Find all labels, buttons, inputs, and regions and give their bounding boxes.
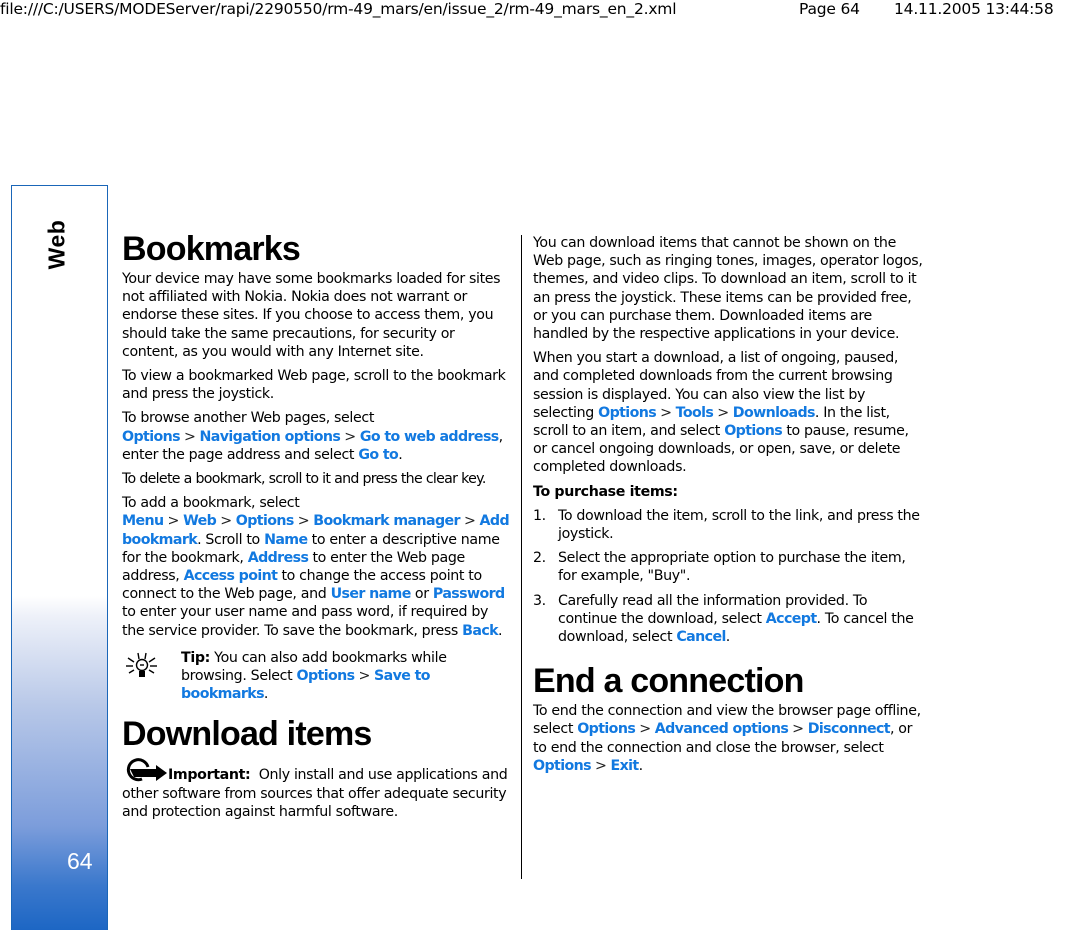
list-item: 1. To download the item, scroll to the l… (533, 507, 920, 543)
link-options[interactable]: Options (122, 429, 181, 445)
print-header: file:///C:/USERS/MODEServer/rapi/2290550… (0, 0, 1065, 30)
timestamp: 14.11.2005 13:44:58 (894, 0, 1054, 18)
left-column: Bookmarks Your device may have some book… (122, 228, 514, 827)
link-bookmark-manager[interactable]: Bookmark manager (313, 513, 460, 529)
link-go-to-web-address[interactable]: Go to web address (360, 429, 499, 445)
download-intro: You can download items that cannot be sh… (533, 235, 923, 343)
end-connection-heading: End a connection (533, 662, 804, 701)
link-options[interactable]: Options (297, 668, 356, 684)
tip-label: Tip: (181, 649, 210, 666)
link-options[interactable]: Options (598, 405, 657, 421)
link-access-point[interactable]: Access point (184, 568, 278, 584)
link-accept[interactable]: Accept (766, 611, 817, 627)
download-items-heading: Download items (122, 715, 372, 754)
link-disconnect[interactable]: Disconnect (808, 721, 891, 737)
link-address[interactable]: Address (248, 550, 309, 566)
browse-paragraph: To browse another Web pages, select Opti… (122, 410, 503, 463)
link-cancel[interactable]: Cancel (676, 629, 726, 645)
link-web[interactable]: Web (183, 513, 217, 529)
bookmarks-intro: Your device may have some bookmarks load… (122, 271, 501, 360)
page-label: Page 64 (799, 0, 860, 18)
important-label: Important: (168, 767, 251, 784)
delete-bookmark-paragraph: To delete a bookmark, scroll to it and p… (122, 471, 486, 488)
download-list-paragraph: When you start a download, a list of ong… (533, 350, 909, 476)
section-tab: Web 64 (11, 185, 108, 930)
link-go-to[interactable]: Go to (358, 447, 398, 463)
link-password[interactable]: Password (433, 586, 505, 602)
link-exit[interactable]: Exit (611, 758, 640, 774)
link-downloads[interactable]: Downloads (733, 405, 816, 421)
purchase-heading: To purchase items: (533, 483, 678, 500)
view-bookmark-paragraph: To view a bookmarked Web page, scroll to… (122, 368, 506, 403)
bookmarks-heading: Bookmarks (122, 230, 301, 268)
page-number: 64 (67, 848, 93, 874)
add-bookmark-paragraph: To add a bookmark, select Menu > Web > Optio… (122, 495, 510, 639)
link-options[interactable]: Options (724, 423, 783, 439)
link-options[interactable]: Options (236, 513, 295, 529)
lightbulb-icon (126, 652, 157, 677)
important-notice: Important: Only install and use applicat… (122, 757, 514, 821)
link-user-name[interactable]: User name (331, 586, 412, 602)
list-item: 2. Select the appropriate option to purc… (533, 550, 906, 585)
link-advanced-options[interactable]: Advanced options (655, 721, 789, 737)
purchase-steps: 1. To download the item, scroll to the l… (533, 507, 925, 646)
link-back[interactable]: Back (462, 623, 498, 639)
link-tools[interactable]: Tools (676, 405, 714, 421)
tip-box: Tip: You can also add bookmarks while br… (122, 649, 514, 704)
list-item: 3. Carefully read all the information pr… (533, 592, 914, 646)
end-connection-paragraph: To end the connection and view the brows… (533, 703, 921, 774)
link-name[interactable]: Name (264, 532, 308, 548)
link-options[interactable]: Options (533, 758, 592, 774)
section-label: Web (43, 219, 70, 270)
link-options[interactable]: Options (577, 721, 636, 737)
file-path: file:///C:/USERS/MODEServer/rapi/2290550… (0, 0, 677, 18)
right-column: You can download items that cannot be sh… (533, 234, 925, 781)
column-divider (521, 235, 522, 879)
link-navigation-options[interactable]: Navigation options (200, 429, 341, 445)
link-menu[interactable]: Menu (122, 513, 164, 529)
important-warning-icon (126, 758, 167, 782)
